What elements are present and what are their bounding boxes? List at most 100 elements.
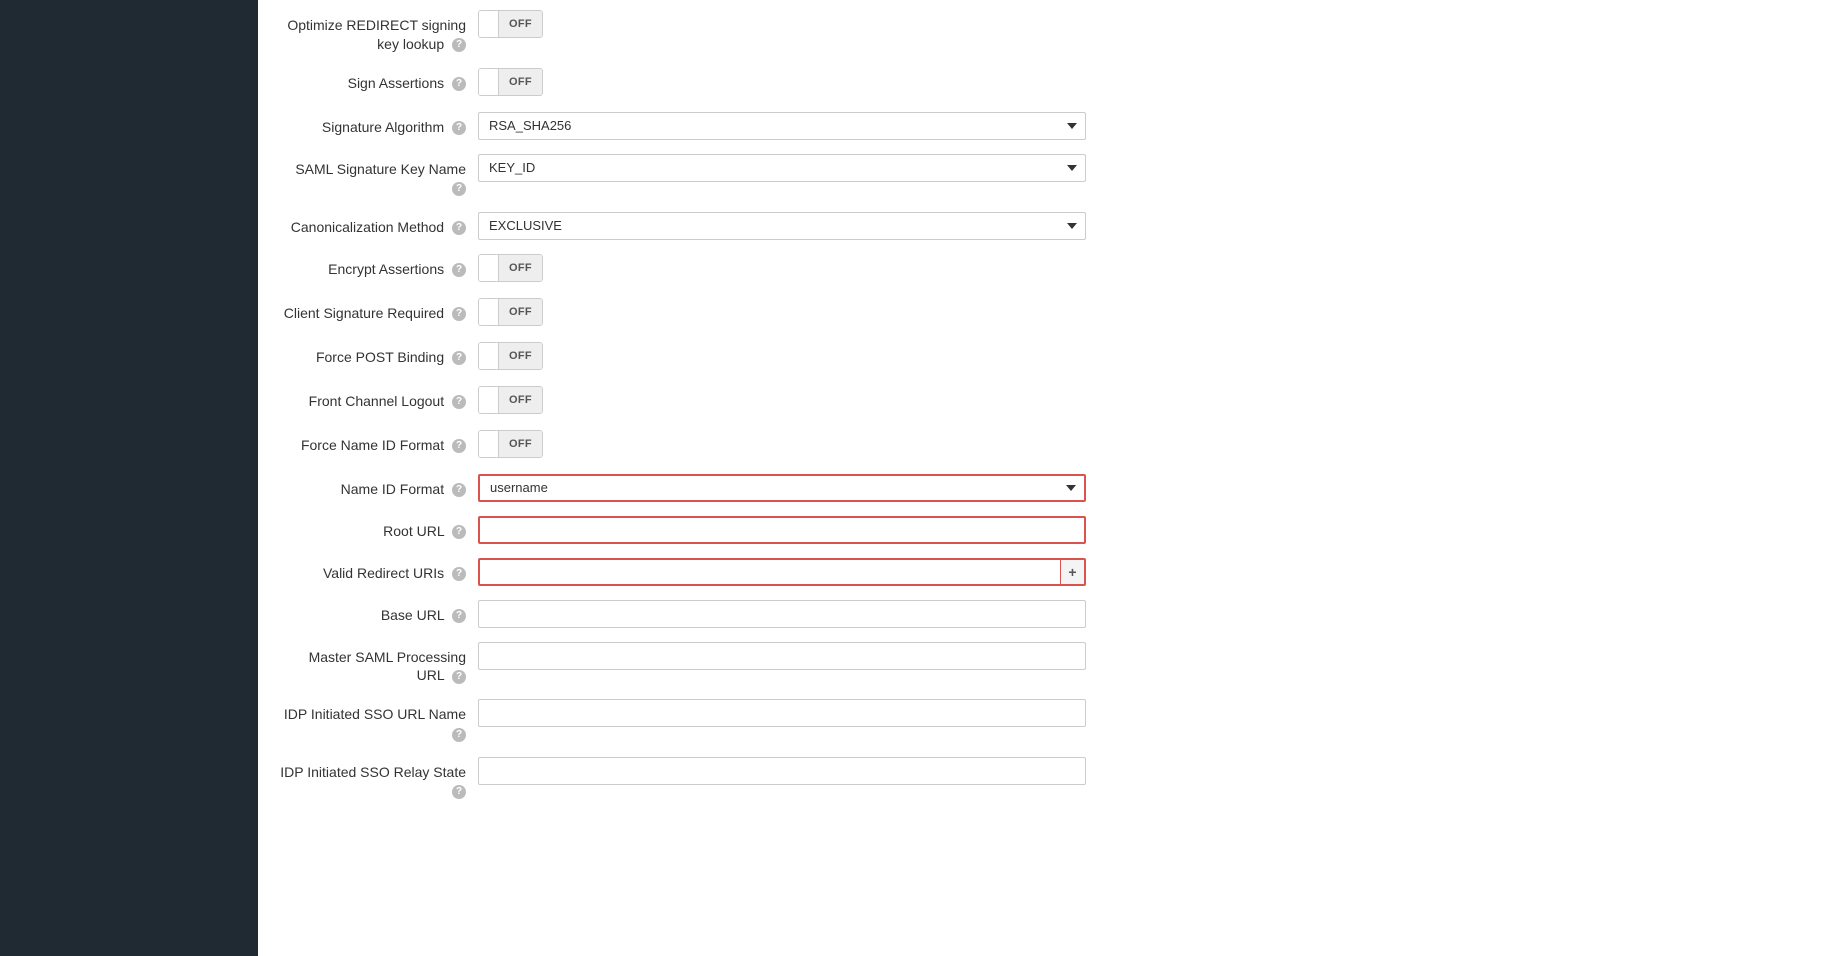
- toggle-front-channel-logout[interactable]: OFF: [478, 386, 543, 414]
- input-idp-sso-url-name[interactable]: [478, 699, 1086, 727]
- help-icon[interactable]: ?: [452, 439, 466, 453]
- toggle-handle: [479, 431, 499, 457]
- label-client-sig-required: Client Signature Required ?: [278, 298, 478, 323]
- row-root-url: Root URL ?: [278, 516, 1819, 544]
- toggle-handle: [479, 69, 499, 95]
- label-saml-sig-key-name: SAML Signature Key Name ?: [278, 154, 478, 198]
- toggle-encrypt-assertions[interactable]: OFF: [478, 254, 543, 282]
- label-text: IDP Initiated SSO URL Name: [284, 706, 466, 722]
- row-name-id-format: Name ID Format ? username: [278, 474, 1819, 502]
- row-idp-sso-relay-state: IDP Initiated SSO Relay State ?: [278, 757, 1819, 801]
- row-sign-assertions: Sign Assertions ? OFF: [278, 68, 1819, 98]
- toggle-label: OFF: [499, 11, 542, 37]
- toggle-sign-assertions[interactable]: OFF: [478, 68, 543, 96]
- label-text: Optimize REDIRECT signing key lookup: [287, 17, 466, 52]
- select-signature-algorithm[interactable]: RSA_SHA256: [478, 112, 1086, 140]
- input-idp-sso-relay-state[interactable]: [478, 757, 1086, 785]
- add-uri-button[interactable]: +: [1060, 560, 1084, 584]
- label-text: Force POST Binding: [316, 349, 444, 365]
- label-force-post-binding: Force POST Binding ?: [278, 342, 478, 367]
- label-text: Name ID Format: [341, 481, 444, 497]
- help-icon[interactable]: ?: [452, 263, 466, 277]
- label-text: Root URL: [383, 523, 444, 539]
- label-base-url: Base URL ?: [278, 600, 478, 625]
- label-text: Force Name ID Format: [301, 437, 444, 453]
- label-text: SAML Signature Key Name: [295, 161, 466, 177]
- help-icon[interactable]: ?: [452, 182, 466, 196]
- toggle-client-sig-required[interactable]: OFF: [478, 298, 543, 326]
- row-force-name-id-format: Force Name ID Format ? OFF: [278, 430, 1819, 460]
- label-text: Sign Assertions: [348, 75, 445, 91]
- select-saml-sig-key-name[interactable]: KEY_ID: [478, 154, 1086, 182]
- row-signature-algorithm: Signature Algorithm ? RSA_SHA256: [278, 112, 1819, 140]
- row-idp-sso-url-name: IDP Initiated SSO URL Name ?: [278, 699, 1819, 743]
- help-icon[interactable]: ?: [452, 609, 466, 623]
- input-base-url[interactable]: [478, 600, 1086, 628]
- toggle-handle: [479, 387, 499, 413]
- help-icon[interactable]: ?: [452, 728, 466, 742]
- select-name-id-format[interactable]: username: [478, 474, 1086, 502]
- row-canonicalization-method: Canonicalization Method ? EXCLUSIVE: [278, 212, 1819, 240]
- toggle-label: OFF: [499, 255, 542, 281]
- row-encrypt-assertions: Encrypt Assertions ? OFF: [278, 254, 1819, 284]
- help-icon[interactable]: ?: [452, 785, 466, 799]
- label-text: Client Signature Required: [284, 305, 444, 321]
- help-icon[interactable]: ?: [452, 670, 466, 684]
- toggle-handle: [479, 299, 499, 325]
- label-text: Master SAML Processing URL: [309, 649, 466, 684]
- row-force-post-binding: Force POST Binding ? OFF: [278, 342, 1819, 372]
- label-idp-sso-url-name: IDP Initiated SSO URL Name ?: [278, 699, 478, 743]
- row-optimize-redirect: Optimize REDIRECT signing key lookup ? O…: [278, 10, 1819, 54]
- label-text: IDP Initiated SSO Relay State: [280, 764, 466, 780]
- label-text: Valid Redirect URIs: [323, 565, 444, 581]
- label-sign-assertions: Sign Assertions ?: [278, 68, 478, 93]
- row-base-url: Base URL ?: [278, 600, 1819, 628]
- toggle-label: OFF: [499, 343, 542, 369]
- toggle-force-name-id-format[interactable]: OFF: [478, 430, 543, 458]
- label-canonicalization-method: Canonicalization Method ?: [278, 212, 478, 237]
- main-form: Optimize REDIRECT signing key lookup ? O…: [258, 0, 1839, 956]
- uri-input-group: +: [478, 558, 1086, 586]
- help-icon[interactable]: ?: [452, 121, 466, 135]
- row-front-channel-logout: Front Channel Logout ? OFF: [278, 386, 1819, 416]
- toggle-label: OFF: [499, 431, 542, 457]
- label-optimize-redirect: Optimize REDIRECT signing key lookup ?: [278, 10, 478, 54]
- help-icon[interactable]: ?: [452, 567, 466, 581]
- label-front-channel-logout: Front Channel Logout ?: [278, 386, 478, 411]
- label-valid-redirect-uris: Valid Redirect URIs ?: [278, 558, 478, 583]
- label-master-saml-url: Master SAML Processing URL ?: [278, 642, 478, 686]
- row-client-sig-required: Client Signature Required ? OFF: [278, 298, 1819, 328]
- help-icon[interactable]: ?: [452, 38, 466, 52]
- toggle-handle: [479, 343, 499, 369]
- toggle-label: OFF: [499, 299, 542, 325]
- input-root-url[interactable]: [478, 516, 1086, 544]
- label-encrypt-assertions: Encrypt Assertions ?: [278, 254, 478, 279]
- plus-icon: +: [1068, 564, 1076, 580]
- toggle-label: OFF: [499, 387, 542, 413]
- select-canonicalization-method[interactable]: EXCLUSIVE: [478, 212, 1086, 240]
- label-text: Encrypt Assertions: [328, 261, 444, 277]
- label-idp-sso-relay-state: IDP Initiated SSO Relay State ?: [278, 757, 478, 801]
- label-name-id-format: Name ID Format ?: [278, 474, 478, 499]
- input-valid-redirect-uri[interactable]: [480, 560, 1060, 584]
- help-icon[interactable]: ?: [452, 351, 466, 365]
- help-icon[interactable]: ?: [452, 221, 466, 235]
- help-icon[interactable]: ?: [452, 307, 466, 321]
- help-icon[interactable]: ?: [452, 77, 466, 91]
- help-icon[interactable]: ?: [452, 525, 466, 539]
- toggle-force-post-binding[interactable]: OFF: [478, 342, 543, 370]
- toggle-handle: [479, 11, 499, 37]
- sidebar: [0, 0, 258, 956]
- toggle-optimize-redirect[interactable]: OFF: [478, 10, 543, 38]
- input-master-saml-url[interactable]: [478, 642, 1086, 670]
- label-text: Base URL: [381, 607, 444, 623]
- toggle-handle: [479, 255, 499, 281]
- label-signature-algorithm: Signature Algorithm ?: [278, 112, 478, 137]
- toggle-label: OFF: [499, 69, 542, 95]
- label-force-name-id-format: Force Name ID Format ?: [278, 430, 478, 455]
- row-master-saml-url: Master SAML Processing URL ?: [278, 642, 1819, 686]
- help-icon[interactable]: ?: [452, 395, 466, 409]
- label-root-url: Root URL ?: [278, 516, 478, 541]
- help-icon[interactable]: ?: [452, 483, 466, 497]
- label-text: Front Channel Logout: [309, 393, 444, 409]
